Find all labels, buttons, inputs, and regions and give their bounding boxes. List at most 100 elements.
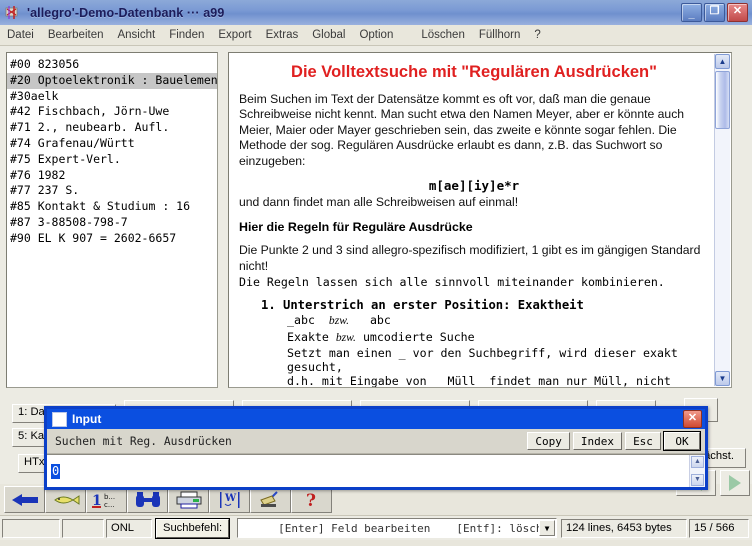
dialog-input-row[interactable]: 0 ▲ ▼: [47, 454, 705, 487]
back-arrow-icon: [10, 492, 40, 508]
window-sysmenu-icon[interactable]: [52, 411, 67, 427]
menu-loeschen[interactable]: Löschen: [414, 28, 471, 42]
list-item[interactable]: #00 823056: [7, 57, 217, 73]
dialog-title: Input: [72, 412, 102, 426]
close-icon[interactable]: ✕: [683, 410, 702, 428]
svg-text:b...: b...: [104, 493, 115, 501]
rule1-b-pre: Exakte: [287, 329, 329, 344]
menu-extras[interactable]: Extras: [259, 28, 306, 42]
document-scrollbar[interactable]: ▲ ▼: [714, 54, 730, 386]
work-area: #00 823056 #20 Optoelektronik : Baueleme…: [0, 46, 752, 392]
binoculars-button[interactable]: [127, 486, 168, 513]
menu-fuellhorn[interactable]: Füllhorn: [472, 28, 528, 42]
list-item[interactable]: #77 237 S.: [7, 183, 217, 199]
nav-next-button[interactable]: [720, 470, 750, 496]
doc-rule-1-lines: Setzt man einen _ vor den Suchbegriff, w…: [287, 345, 678, 388]
menu-export[interactable]: Export: [211, 28, 258, 42]
help-question-icon: ?: [303, 491, 321, 509]
scroll-down-icon[interactable]: ▼: [715, 371, 730, 386]
doc-heading-2: Hier die Regeln für Reguläre Ausdrücke: [239, 220, 473, 235]
doc-code-example: m[ae][iy]e*r: [428, 178, 520, 194]
doc-mono-line: Die Regeln lassen sich alle sinnvoll mit…: [239, 275, 665, 290]
list-item[interactable]: #85 Kontakt & Studium : 16: [7, 199, 217, 215]
window-titlebar: 'allegro'-Demo-Datenbank ··· a99 _ ❐ ✕: [0, 0, 752, 26]
statusbar: ONL Suchbefehl: [Enter] Feld bearbeiten …: [0, 515, 752, 540]
menu-datei[interactable]: Datei: [0, 28, 41, 42]
rule1-a-pre: _abc: [287, 313, 315, 328]
maximize-button[interactable]: ❐: [704, 3, 725, 22]
status-slot-2: [62, 518, 104, 538]
fish-button[interactable]: [45, 486, 86, 513]
list-item[interactable]: #74 Grafenau/Württ: [7, 136, 217, 152]
doc-rule-1-title: 1. Unterstrich an erster Position: Exakt…: [261, 298, 584, 313]
help-button[interactable]: ?: [291, 486, 332, 513]
list-item[interactable]: #30aelk: [7, 89, 217, 105]
record-list[interactable]: #00 823056 #20 Optoelektronik : Baueleme…: [6, 52, 218, 388]
status-slot-1: [2, 518, 60, 538]
back-arrow-button[interactable]: [4, 486, 45, 513]
svg-text:W: W: [224, 493, 237, 504]
menu-bearbeiten[interactable]: Bearbeiten: [41, 28, 111, 42]
print-button[interactable]: [168, 486, 209, 513]
list-item[interactable]: #71 2., neubearb. Aufl.: [7, 120, 217, 136]
scrollbar-thumb[interactable]: [715, 71, 730, 129]
rule1-a-italic: bzw.: [328, 314, 349, 328]
ok-button[interactable]: OK: [663, 431, 701, 451]
menubar: Datei Bearbeiten Ansicht Finden Export E…: [0, 25, 752, 46]
list-item[interactable]: #76 1982: [7, 168, 217, 184]
menu-finden[interactable]: Finden: [162, 28, 211, 42]
list-item[interactable]: #90 EL K 907 = 2602-6657: [7, 231, 217, 247]
list-item[interactable]: #87 3-88508-798-7: [7, 215, 217, 231]
doc-rule-1-line-a: _abc bzw. abc: [261, 313, 709, 328]
status-hint-bar[interactable]: [Enter] Feld bearbeiten [Entf]: löschen …: [237, 518, 557, 538]
menu-option[interactable]: Option: [352, 28, 400, 42]
copy-button[interactable]: Copy: [527, 432, 570, 450]
list-item[interactable]: #75 Expert-Verl.: [7, 152, 217, 168]
index-button[interactable]: Index: [572, 432, 622, 450]
list-item[interactable]: #42 Fischbach, Jörn-Uwe: [7, 104, 217, 120]
svg-text:c...: c...: [104, 501, 115, 509]
application-window: 'allegro'-Demo-Datenbank ··· a99 _ ❐ ✕ D…: [0, 0, 752, 546]
status-position-info: 15 / 566: [689, 518, 749, 538]
icon-toolbar: 1 b... c... W ?: [4, 486, 340, 513]
page-title: Die Volltextsuche mit "Regulären Ausdrüc…: [291, 63, 657, 81]
dialog-prompt-row: Suchen mit Reg. Ausdrücken Copy Index Es…: [47, 429, 705, 454]
status-lines-info: 124 lines, 6453 bytes: [561, 518, 687, 538]
menu-global[interactable]: Global: [305, 28, 352, 42]
chevron-down-icon[interactable]: ▼: [539, 520, 555, 536]
scroll-up-icon[interactable]: ▲: [715, 54, 730, 69]
word-button[interactable]: W: [209, 486, 250, 513]
minimize-button[interactable]: _: [681, 3, 702, 22]
menu-ansicht[interactable]: Ansicht: [110, 28, 162, 42]
sort-numbers-button[interactable]: 1 b... c...: [86, 486, 127, 513]
dialog-buttons: Copy Index Esc OK: [527, 431, 705, 451]
fish-icon: [51, 492, 81, 508]
broom-icon: [256, 490, 286, 509]
svg-text:?: ?: [306, 491, 316, 509]
window-controls: _ ❐ ✕: [681, 3, 752, 22]
menu-help[interactable]: ?: [527, 28, 547, 42]
sort-numbers-icon: 1 b... c...: [91, 491, 123, 509]
triangle-right-icon: [729, 475, 741, 491]
esc-button[interactable]: Esc: [625, 432, 661, 450]
close-glyph: ✕: [732, 5, 743, 17]
rule1-b-post: umcodierte Suche: [362, 329, 475, 344]
word-icon: W: [217, 491, 243, 509]
rule1-b-italic: bzw.: [335, 330, 356, 344]
document-panel[interactable]: Die Volltextsuche mit "Regulären Ausdrüc…: [228, 52, 732, 388]
minimize-glyph: _: [688, 8, 695, 20]
doc-paragraph-3: Die Punkte 2 und 3 sind allegro-spezifis…: [239, 243, 701, 273]
broom-button[interactable]: [250, 486, 291, 513]
search-input[interactable]: 0: [51, 463, 61, 479]
rule1-a-post: abc: [369, 313, 391, 328]
scroll-up-icon[interactable]: ▲: [691, 456, 704, 468]
list-item[interactable]: #20 Optoelektronik : Bauelemen: [7, 72, 217, 89]
maximize-glyph: ❐: [709, 5, 720, 17]
binoculars-icon: [134, 491, 162, 509]
dialog-titlebar: Input ✕: [47, 409, 705, 429]
dialog-input-scrollbar[interactable]: ▲ ▼: [689, 455, 705, 487]
suchbefehl-button[interactable]: Suchbefehl:: [154, 517, 231, 539]
input-dialog[interactable]: Input ✕ Suchen mit Reg. Ausdrücken Copy …: [44, 406, 708, 490]
scroll-down-icon[interactable]: ▼: [691, 474, 704, 486]
close-button[interactable]: ✕: [727, 3, 748, 22]
